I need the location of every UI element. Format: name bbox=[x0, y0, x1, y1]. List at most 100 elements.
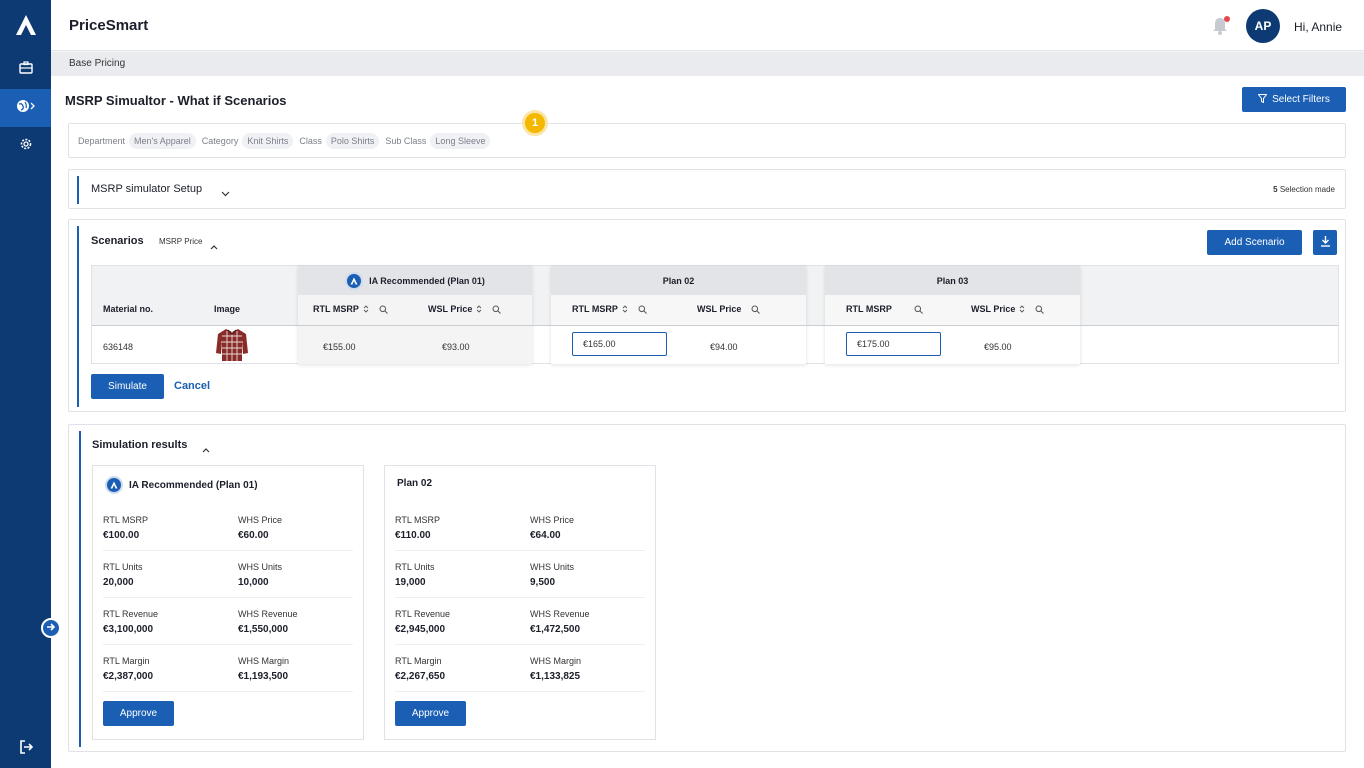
select-filters-button[interactable]: Select Filters bbox=[1242, 87, 1346, 112]
search-icon[interactable] bbox=[492, 305, 502, 314]
wsl-price-label: WSL Price bbox=[971, 304, 1016, 314]
rtl-msrp-label: RTL MSRP bbox=[572, 304, 618, 314]
metric-label: RTL Units bbox=[395, 562, 435, 572]
metric-rtl-margin: RTL Margin €2,387,000 bbox=[103, 656, 153, 682]
card-divider bbox=[103, 550, 353, 551]
product-image bbox=[215, 327, 249, 368]
main-content: MSRP Simualtor - What if Scenarios Selec… bbox=[51, 76, 1364, 768]
rtl-msrp-input-03[interactable]: €175.00 bbox=[846, 332, 941, 356]
simulate-button[interactable]: Simulate bbox=[91, 374, 164, 399]
card-divider bbox=[395, 550, 645, 551]
download-button[interactable] bbox=[1313, 230, 1337, 255]
metric-whs-price: WHS Price €64.00 bbox=[530, 515, 574, 541]
sidebar-item-briefcase[interactable] bbox=[0, 51, 51, 89]
metric-rtl-msrp: RTL MSRP €110.00 bbox=[395, 515, 440, 541]
scenario-table: Material no. Image IA Recommended (Plan … bbox=[91, 265, 1339, 364]
results-title: Simulation results bbox=[92, 439, 188, 451]
metric-whs-revenue: WHS Revenue €1,472,500 bbox=[530, 609, 590, 635]
metric-rtl-units: RTL Units 20,000 bbox=[103, 562, 143, 588]
rtl-msrp-input-02[interactable]: €165.00 bbox=[572, 332, 667, 356]
metric-value: €1,550,000 bbox=[238, 624, 289, 635]
metric-label: RTL Revenue bbox=[103, 609, 159, 619]
header-wsl-price-ia: WSL Price bbox=[428, 304, 502, 314]
chevron-down-icon[interactable] bbox=[221, 184, 230, 202]
metric-value: 20,000 bbox=[103, 577, 134, 588]
page-title: MSRP Simualtor - What if Scenarios bbox=[65, 93, 287, 108]
metric-value: 10,000 bbox=[238, 577, 269, 588]
sidebar-toggle-button[interactable] bbox=[41, 618, 61, 638]
sidebar bbox=[0, 0, 51, 768]
filter-chip-category[interactable]: Knit Shirts bbox=[242, 132, 294, 149]
chevron-up-icon[interactable] bbox=[202, 440, 210, 458]
step-badge: 1 bbox=[522, 110, 548, 136]
logout-icon bbox=[19, 739, 33, 759]
wsl-price-label: WSL Price bbox=[697, 304, 742, 314]
filter-chip-subclass[interactable]: Long Sleeve bbox=[430, 132, 491, 149]
setup-title[interactable]: MSRP simulator Setup bbox=[91, 183, 202, 195]
logo-icon[interactable] bbox=[0, 0, 51, 50]
sort-icon[interactable] bbox=[363, 305, 369, 313]
metric-label: WHS Revenue bbox=[238, 609, 298, 619]
metric-rtl-revenue: RTL Revenue €2,945,000 bbox=[395, 609, 450, 635]
plan-name-ia: IA Recommended (Plan 01) bbox=[369, 275, 485, 286]
sidebar-item-globe[interactable] bbox=[0, 89, 51, 127]
selection-count-text: Selection made bbox=[1279, 185, 1335, 194]
metric-label: WHS Price bbox=[530, 515, 575, 525]
metric-value: €100.00 bbox=[103, 530, 140, 541]
result-card-name: Plan 02 bbox=[397, 478, 433, 489]
header-image: Image bbox=[214, 304, 241, 314]
notification-dot bbox=[1224, 16, 1230, 22]
app-title: PriceSmart bbox=[69, 17, 149, 34]
metric-label: RTL MSRP bbox=[395, 515, 441, 525]
sidebar-item-logout[interactable] bbox=[0, 730, 51, 768]
metric-whs-margin: WHS Margin €1,193,500 bbox=[238, 656, 289, 682]
search-icon[interactable] bbox=[751, 305, 761, 314]
search-icon[interactable] bbox=[1035, 305, 1045, 314]
search-icon[interactable] bbox=[914, 305, 923, 314]
filter-chip-department[interactable]: Men's Apparel bbox=[129, 132, 196, 149]
setup-panel[interactable]: MSRP simulator Setup 5 Selection made bbox=[68, 169, 1346, 209]
cell-material-no: 636148 bbox=[103, 342, 134, 352]
sort-icon[interactable] bbox=[622, 305, 628, 313]
cell-rtl-msrp-ia: €155.00 bbox=[323, 342, 356, 352]
metric-label: WHS Margin bbox=[530, 656, 582, 666]
filter-label-department: Department bbox=[78, 135, 126, 146]
metric-rtl-revenue: RTL Revenue €3,100,000 bbox=[103, 609, 158, 635]
metric-whs-revenue: WHS Revenue €1,550,000 bbox=[238, 609, 298, 635]
result-card-title: Plan 02 bbox=[397, 478, 432, 489]
header-material-no: Material no. bbox=[103, 304, 154, 314]
metric-label: RTL Margin bbox=[103, 656, 150, 666]
panel-accent bbox=[77, 226, 79, 407]
metric-rtl-units: RTL Units 19,000 bbox=[395, 562, 435, 588]
plan-column-02: Plan 02 RTL MSRP WSL Price €165.00 €94.0… bbox=[551, 266, 806, 364]
metric-label: WHS Revenue bbox=[530, 609, 590, 619]
metric-value: €2,387,000 bbox=[103, 671, 154, 682]
metric-value: €2,945,000 bbox=[395, 624, 446, 635]
chevron-up-icon[interactable] bbox=[210, 237, 218, 255]
card-divider bbox=[103, 597, 353, 598]
metric-value: 19,000 bbox=[395, 577, 426, 588]
header-rtl-msrp-ia: RTL MSRP bbox=[313, 304, 388, 314]
sidebar-item-settings[interactable] bbox=[0, 127, 51, 165]
filter-chip-class[interactable]: Polo Shirts bbox=[325, 132, 380, 149]
sort-icon[interactable] bbox=[476, 305, 482, 313]
ia-logo-icon bbox=[105, 476, 123, 494]
sort-icon[interactable] bbox=[1019, 305, 1025, 313]
scenarios-panel: Scenarios MSRP Price Add Scenario Materi… bbox=[68, 219, 1346, 412]
wsl-price-label: WSL Price bbox=[428, 304, 473, 314]
search-icon[interactable] bbox=[638, 305, 647, 314]
add-scenario-button[interactable]: Add Scenario bbox=[1207, 230, 1302, 255]
header-wsl-price-02: WSL Price bbox=[697, 304, 761, 314]
rtl-msrp-label: RTL MSRP bbox=[846, 304, 892, 314]
result-card-plan-02: Plan 02 RTL MSRP €110.00 WHS Price €64.00 … bbox=[384, 465, 656, 740]
filter-icon bbox=[1257, 93, 1268, 106]
card-divider bbox=[395, 691, 645, 692]
approve-button[interactable]: Approve bbox=[103, 701, 174, 726]
avatar[interactable]: AP bbox=[1246, 9, 1280, 43]
search-icon[interactable] bbox=[379, 305, 388, 314]
row-divider bbox=[92, 325, 1338, 326]
breadcrumb[interactable]: Base Pricing bbox=[69, 58, 125, 69]
cancel-button[interactable]: Cancel bbox=[174, 380, 210, 392]
approve-button[interactable]: Approve bbox=[395, 701, 466, 726]
top-header: PriceSmart AP Hi, Annie bbox=[51, 0, 1364, 51]
